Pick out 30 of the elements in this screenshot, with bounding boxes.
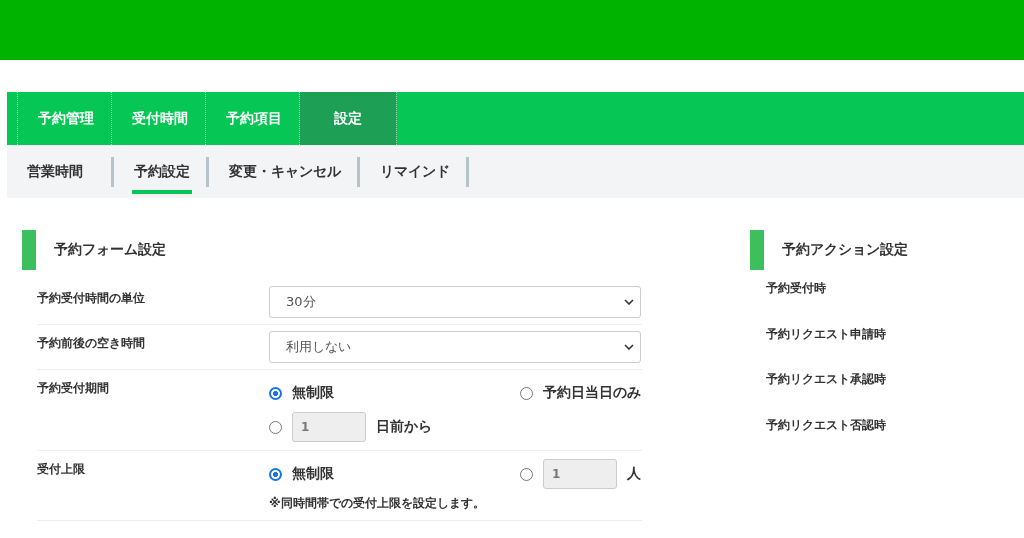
field-label: 受付上限 — [37, 462, 85, 476]
unit-label: 人 — [627, 465, 641, 483]
sub-tab[interactable]: 変更・キャンセル — [209, 145, 357, 198]
option-label: 予約日当日のみ — [543, 384, 641, 402]
radio-button[interactable] — [269, 467, 282, 481]
number-field[interactable]: 1 — [543, 459, 617, 489]
section-title: 予約アクション設定 — [782, 241, 908, 259]
sub-tab[interactable]: 予約設定 — [114, 145, 206, 198]
number-field[interactable]: 1 — [292, 412, 366, 442]
dropdown-select[interactable]: 利用しない — [269, 331, 641, 363]
accent-bar — [750, 230, 764, 270]
chevron-icon — [624, 299, 634, 305]
action-label: 予約リクエスト否認時 — [766, 417, 886, 432]
option-label: 無制限 — [292, 384, 334, 402]
chevron-icon — [624, 344, 634, 350]
radio-button[interactable] — [269, 386, 282, 400]
action-label: 予約受付時 — [766, 281, 826, 295]
option-label: 無制限 — [292, 465, 334, 483]
hint-text: ※同時間帯での受付上限を設定します。 — [269, 495, 486, 512]
sub-tab[interactable]: 営業時間 — [7, 145, 111, 198]
field-label: 予約受付時間の単位 — [37, 291, 145, 305]
accent-bar — [22, 230, 36, 270]
sub-tab[interactable]: リマインド — [360, 145, 466, 198]
action-label: 予約リクエスト申請時 — [766, 326, 886, 341]
unit-label: 日前から — [376, 418, 432, 436]
action-label: 予約リクエスト承認時 — [766, 372, 886, 386]
section-title: 予約フォーム設定 — [54, 241, 166, 259]
field-label: 予約前後の空き時間 — [37, 336, 145, 350]
field-label: 予約受付期間 — [37, 381, 109, 395]
dropdown-select[interactable]: 30分 — [269, 286, 641, 318]
